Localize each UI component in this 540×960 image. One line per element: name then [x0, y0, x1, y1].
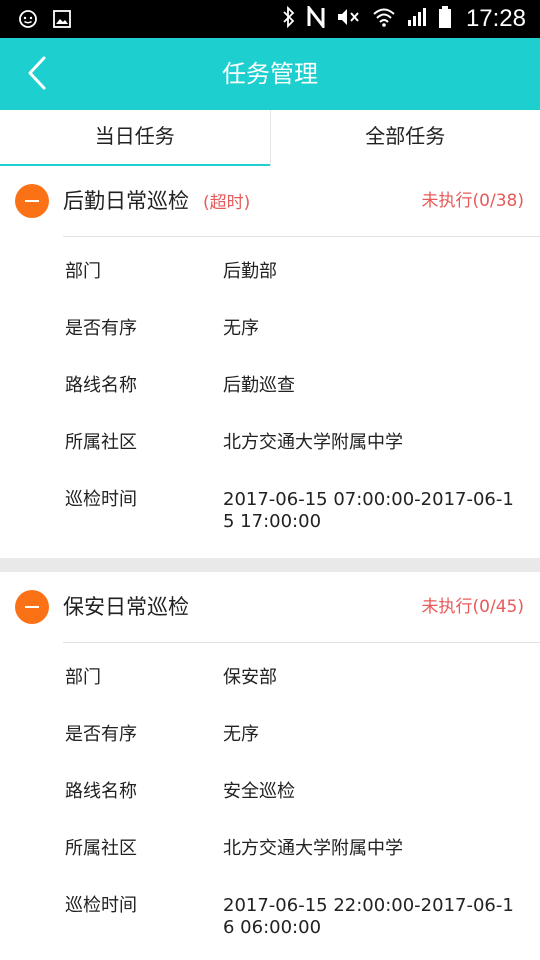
tab-all-tasks[interactable]: 全部任务	[269, 110, 540, 166]
collapse-icon[interactable]	[15, 184, 49, 218]
detail-row-route: 路线名称 后勤巡查	[0, 365, 540, 422]
overtime-flag: (超时)	[203, 193, 251, 213]
page-title: 任务管理	[222, 60, 318, 88]
detail-row-time: 巡检时间 2017-06-15 07:00:00-2017-06-15 17:0…	[0, 479, 540, 536]
task-card: 后勤日常巡检 (超时) 未执行(0/38) 部门 后勤部 是否有序 无序 路线名称…	[0, 166, 540, 536]
detail-value: 保安部	[223, 667, 277, 688]
status-bar: 17:28	[0, 0, 540, 38]
task-status: 未执行(0/38)	[421, 191, 524, 211]
detail-label: 部门	[65, 667, 101, 688]
detail-value: 安全巡检	[223, 781, 295, 802]
detail-label: 是否有序	[65, 318, 137, 339]
detail-label: 巡检时间	[65, 489, 137, 510]
detail-row-community: 所属社区 北方交通大学附属中学	[0, 828, 540, 885]
detail-value: 后勤巡查	[223, 375, 295, 396]
detail-row-department: 部门 后勤部	[0, 251, 540, 308]
detail-row-route: 路线名称 安全巡检	[0, 771, 540, 828]
detail-row-department: 部门 保安部	[0, 657, 540, 714]
task-details: 部门 后勤部 是否有序 无序 路线名称 后勤巡查 所属社区 北方交通大学附属中学…	[0, 237, 540, 536]
detail-label: 所属社区	[65, 432, 137, 453]
section-separator	[0, 558, 540, 572]
nfc-icon	[306, 3, 326, 33]
collapse-icon[interactable]	[15, 590, 49, 624]
clock: 17:28	[465, 5, 526, 32]
wifi-icon	[372, 6, 396, 33]
detail-label: 是否有序	[65, 724, 137, 745]
detail-label: 路线名称	[65, 781, 137, 802]
task-card: 保安日常巡检 未执行(0/45) 部门 保安部 是否有序 无序 路线名称 安全巡…	[0, 572, 540, 942]
detail-value: 无序	[223, 724, 259, 745]
detail-value: 2017-06-15 22:00:00-2017-06-16 06:00:00	[223, 895, 514, 938]
signal-icon	[406, 6, 428, 33]
detail-value: 2017-06-15 07:00:00-2017-06-15 17:00:00	[223, 489, 514, 532]
detail-value: 北方交通大学附属中学	[223, 838, 403, 859]
task-title: 保安日常巡检	[63, 595, 189, 619]
task-title: 后勤日常巡检	[63, 189, 189, 213]
task-status: 未执行(0/45)	[421, 597, 524, 617]
detail-value: 无序	[223, 318, 259, 339]
task-card-header[interactable]: 保安日常巡检 未执行(0/45)	[0, 572, 540, 642]
detail-label: 巡检时间	[65, 895, 137, 916]
detail-row-community: 所属社区 北方交通大学附属中学	[0, 422, 540, 479]
detail-row-ordered: 是否有序 无序	[0, 308, 540, 365]
mute-icon	[336, 6, 362, 33]
task-card-header[interactable]: 后勤日常巡检 (超时) 未执行(0/38)	[0, 166, 540, 236]
battery-icon	[438, 5, 452, 34]
detail-label: 所属社区	[65, 838, 137, 859]
detail-label: 路线名称	[65, 375, 137, 396]
tab-bar: 当日任务 全部任务	[0, 110, 540, 167]
detail-row-ordered: 是否有序 无序	[0, 714, 540, 771]
face-icon	[18, 9, 38, 34]
app-bar: 任务管理	[0, 38, 540, 110]
detail-value: 后勤部	[223, 261, 277, 282]
image-icon	[52, 9, 72, 34]
detail-row-time: 巡检时间 2017-06-15 22:00:00-2017-06-16 06:0…	[0, 885, 540, 942]
detail-label: 部门	[65, 261, 101, 282]
bluetooth-icon	[282, 5, 296, 33]
tab-today-tasks[interactable]: 当日任务	[0, 110, 270, 167]
task-details: 部门 保安部 是否有序 无序 路线名称 安全巡检 所属社区 北方交通大学附属中学…	[0, 643, 540, 942]
detail-value: 北方交通大学附属中学	[223, 432, 403, 453]
